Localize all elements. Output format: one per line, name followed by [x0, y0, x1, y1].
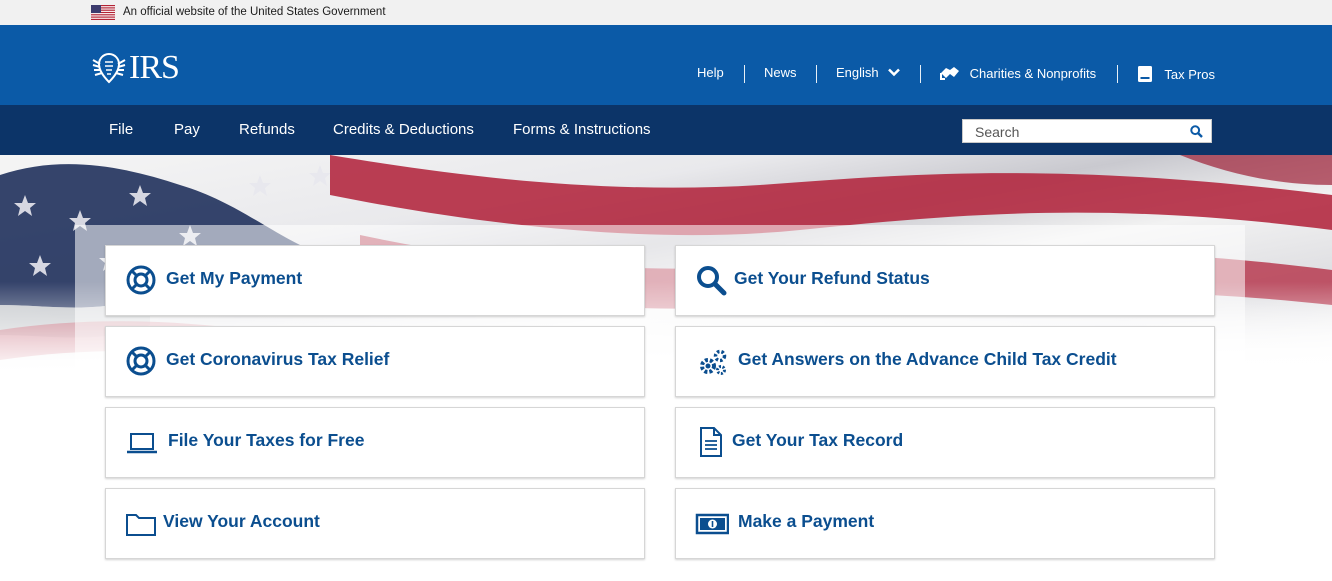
nav-file[interactable]: File — [109, 121, 133, 139]
divider — [920, 65, 921, 83]
card-make-payment[interactable]: Make a Payment — [675, 488, 1215, 559]
banknote-icon — [695, 513, 729, 535]
nav-forms-instructions[interactable]: Forms & Instructions — [513, 121, 651, 139]
card-label: Get Coronavirus Tax Relief — [166, 349, 390, 369]
search-input[interactable] — [975, 122, 1185, 142]
card-label: Get Your Refund Status — [734, 268, 930, 288]
charities-link[interactable]: Charities & Nonprofits — [940, 65, 1096, 82]
card-label: Get My Payment — [166, 268, 303, 288]
laptop-icon — [127, 433, 157, 454]
nav-credits-deductions[interactable]: Credits & Deductions — [333, 121, 474, 139]
card-label: View Your Account — [163, 511, 320, 531]
divider — [1117, 65, 1118, 83]
magnifier-icon — [697, 266, 727, 296]
search-box — [962, 119, 1212, 143]
card-label: Get Answers on the Advance Child Tax Cre… — [738, 349, 1117, 369]
card-view-account[interactable]: View Your Account — [105, 488, 645, 559]
us-flag-icon — [91, 5, 115, 20]
card-label: Make a Payment — [738, 511, 875, 531]
card-label: File Your Taxes for Free — [168, 430, 365, 450]
card-get-my-payment[interactable]: Get My Payment — [105, 245, 645, 316]
tax-pros-label: Tax Pros — [1164, 67, 1215, 82]
card-child-tax-credit[interactable]: Get Answers on the Advance Child Tax Cre… — [675, 326, 1215, 397]
card-tax-record[interactable]: Get Your Tax Record — [675, 407, 1215, 478]
nav-refunds[interactable]: Refunds — [239, 121, 295, 139]
card-coronavirus-relief[interactable]: Get Coronavirus Tax Relief — [105, 326, 645, 397]
divider — [816, 65, 817, 83]
language-selector[interactable]: English — [836, 65, 901, 81]
book-icon — [1138, 66, 1152, 82]
handshake-icon — [940, 67, 959, 80]
search-icon[interactable] — [1190, 125, 1203, 138]
lifebuoy-icon — [126, 265, 156, 295]
gears-icon — [700, 349, 727, 375]
news-link[interactable]: News — [764, 65, 797, 81]
charities-label: Charities & Nonprofits — [969, 66, 1097, 81]
chevron-down-icon — [888, 68, 901, 77]
nav-pay[interactable]: Pay — [174, 121, 200, 139]
site-header: IRS Help News English Charities & Nonpro… — [0, 25, 1332, 105]
folder-icon — [126, 514, 156, 536]
divider — [744, 65, 745, 83]
gov-banner: An official website of the United States… — [0, 0, 1332, 25]
help-link[interactable]: Help — [697, 65, 724, 81]
language-label: English — [836, 65, 879, 80]
document-icon — [700, 427, 722, 457]
gov-banner-text: An official website of the United States… — [123, 6, 386, 18]
card-label: Get Your Tax Record — [732, 430, 904, 450]
card-refund-status[interactable]: Get Your Refund Status — [675, 245, 1215, 316]
utility-nav: Help News English Charities & Nonprofits… — [0, 65, 1332, 83]
lifebuoy-icon — [126, 346, 156, 376]
tax-pros-link[interactable]: Tax Pros — [1137, 65, 1215, 83]
card-file-free[interactable]: File Your Taxes for Free — [105, 407, 645, 478]
